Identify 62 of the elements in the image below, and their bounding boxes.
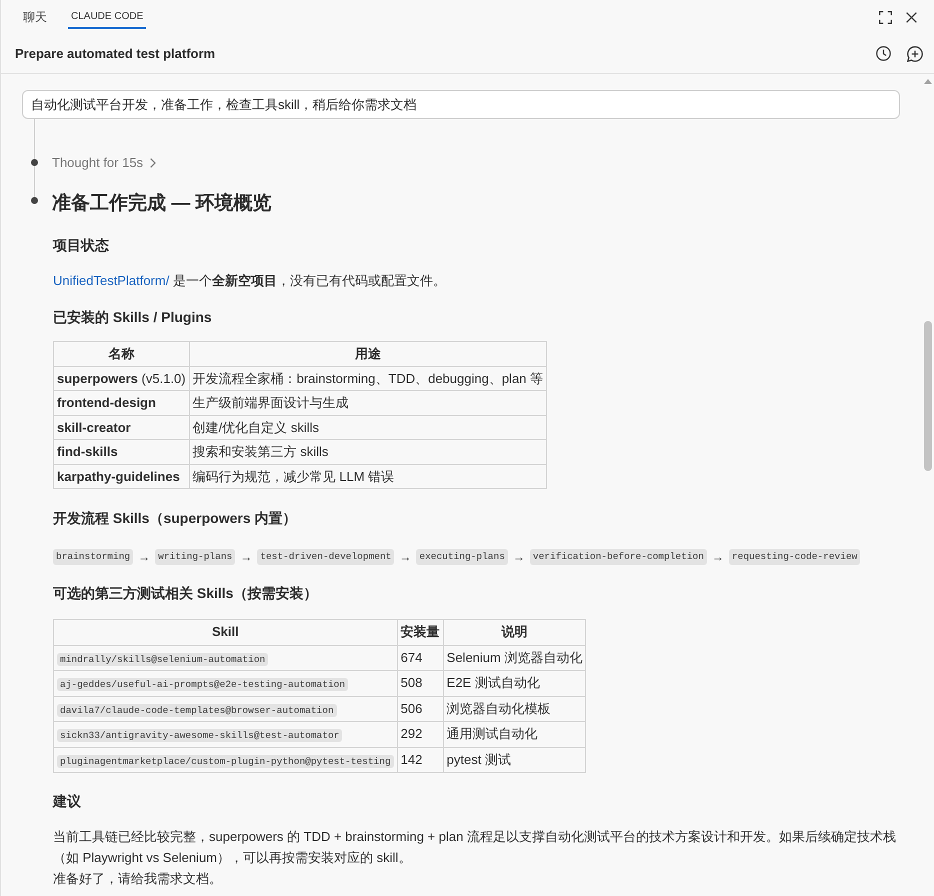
table-cell: 创建/优化自定义 skills xyxy=(189,415,547,440)
fullscreen-icon[interactable] xyxy=(879,10,892,24)
timeline-dot-icon xyxy=(31,197,38,204)
table-cell: 生产级前端界面设计与生成 xyxy=(189,390,547,415)
code-chip: writing-plans xyxy=(155,549,236,565)
flow-arrow: → xyxy=(712,549,724,566)
table-cell: karpathy-guidelines xyxy=(54,464,190,488)
column-header: 用途 xyxy=(189,342,547,366)
folder-link[interactable]: UnifiedTestPlatform/ xyxy=(53,273,170,288)
column-header: 说明 xyxy=(443,620,586,645)
table-cell: E2E 测试自动化 xyxy=(443,670,586,696)
table-cell: 508 xyxy=(397,670,444,696)
tab[interactable]: CLAUDE CODE xyxy=(68,5,146,29)
table-cell: 142 xyxy=(397,747,444,772)
table-cell: 开发流程全家桶：brainstorming、TDD、debugging、plan 等 xyxy=(189,366,547,390)
table-cell: frontend-design xyxy=(54,390,190,415)
code-chip: sickn33/antigravity-awesome-skills@test-automator xyxy=(57,729,342,742)
table-cell: 通用测试自动化 xyxy=(443,722,586,747)
code-chip: requesting-code-review xyxy=(728,549,860,565)
code-chip: test-driven-development xyxy=(257,549,394,565)
table-cell: skill-creator xyxy=(54,415,190,440)
close-icon[interactable] xyxy=(906,12,917,22)
section-heading: 项目状态 xyxy=(53,236,110,255)
code-chip: brainstorming xyxy=(53,549,134,565)
code-chip: pluginagentmarketplace/custom-plugin-python@pytest-testing xyxy=(57,754,394,768)
flow-arrow: → xyxy=(512,549,525,566)
flow-arrow: → xyxy=(399,549,412,566)
table-cell: 506 xyxy=(397,696,444,722)
timeline-dot-icon xyxy=(31,158,38,166)
table-cell: Selenium 浏览器自动化 xyxy=(443,645,586,670)
code-chip: verification-before-completion xyxy=(530,549,707,565)
code-chip: davila7/claude-code-templates@browser-automation xyxy=(57,704,337,716)
chat-bubble-plus-icon[interactable] xyxy=(907,46,923,62)
code-chip: executing-plans xyxy=(416,549,508,565)
table-cell: pytest 测试 xyxy=(443,747,586,772)
clock-icon[interactable] xyxy=(876,46,891,61)
response-title: 准备工作完成 — 环境概览 xyxy=(52,192,272,216)
paragraph: UnifiedTestPlatform/ 是一个全新空项目，没有已有代码或配置文件。 xyxy=(53,272,447,290)
section-heading: 可选的第三方测试相关 Skills（按需安装） xyxy=(53,584,318,603)
code-chip: mindrally/skills@selenium-automation xyxy=(57,652,268,666)
scrollbar-thumb[interactable] xyxy=(924,321,932,471)
thought-toggle[interactable]: Thought for 15s xyxy=(52,153,156,173)
column-header: Skill xyxy=(54,620,398,645)
table-cell: superpowers (v5.1.0) xyxy=(54,366,190,390)
flow-arrow: → xyxy=(138,549,150,566)
section-heading: 已安装的 Skills / Plugins xyxy=(53,308,213,327)
section-heading: 建议 xyxy=(53,792,82,811)
column-header: 名称 xyxy=(54,342,190,366)
section-heading: 开发流程 Skills（superpowers 内置） xyxy=(53,509,298,528)
table-cell: 编码行为规范，减少常见 LLM 错误 xyxy=(189,464,547,488)
column-header: 安装量 xyxy=(397,620,444,645)
table-cell: 292 xyxy=(397,722,444,747)
flow-arrow: → xyxy=(240,549,252,566)
user-message: 自动化测试平台开发，准备工作，检查工具skill，稍后给你需求文档 xyxy=(22,90,900,119)
code-chip: aj-geddes/useful-ai-prompts@e2e-testing-automation xyxy=(57,678,348,691)
tab[interactable]: 聊天 xyxy=(20,5,50,29)
table-cell: 浏览器自动化模板 xyxy=(443,696,586,722)
conversation-title: Prepare automated test platform xyxy=(15,46,216,61)
table-cell: find-skills xyxy=(54,440,190,464)
table-cell: 674 xyxy=(397,645,444,670)
paragraph: 当前工具链已经比较完整，superpowers 的 TDD + brainstorming + plan 流程足以支撑自动化测试平台的技术方案设计和开发。如果后续确定技术栈（如 Playwright vs Selenium），可以再按需安装对应的 skill。 准备好了，请给我需求文档。 xyxy=(53,828,897,888)
table-cell: 搜索和安装第三方 skills xyxy=(189,440,547,464)
